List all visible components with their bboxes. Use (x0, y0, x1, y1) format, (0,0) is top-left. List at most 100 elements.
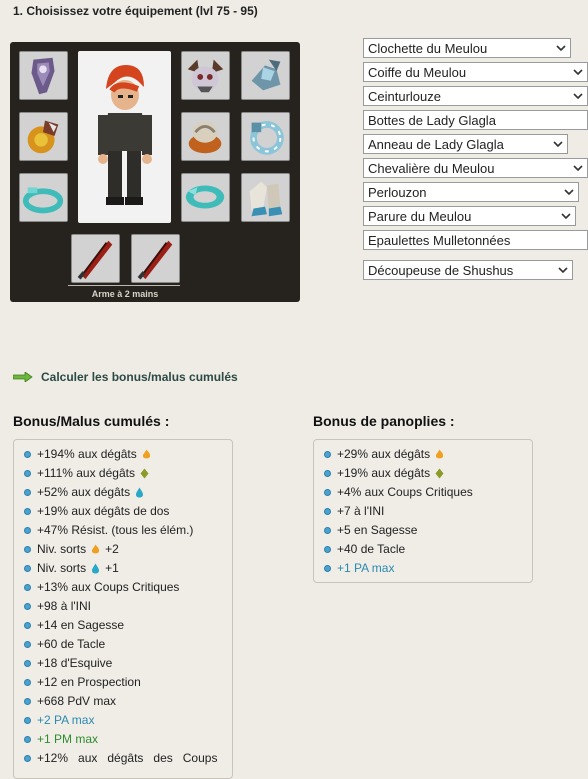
equipment-panel: Arme à 2 mains (10, 42, 300, 302)
bonus-cumules-box: +194% aux dégâts +111% aux dégâts +52% aux… (13, 439, 233, 779)
ring-slot-left[interactable] (19, 112, 68, 161)
belt-slot[interactable] (19, 173, 68, 222)
bonus-cumules-list: +194% aux dégâts +111% aux dégâts +52% aux… (14, 440, 232, 768)
cape-slot[interactable] (181, 112, 230, 161)
bonus-item: +111% aux dégâts (24, 464, 232, 483)
bonus-item: +98 à l'INI (24, 597, 232, 616)
fire-icon (142, 449, 150, 459)
select-value: Bottes de Lady Glagla (368, 113, 496, 128)
select-hat[interactable]: Coiffe du Meulou (363, 62, 588, 82)
select-amulet[interactable]: Clochette du Meulou (363, 38, 571, 58)
bonus-item: +29% aux dégâts (324, 445, 532, 464)
bullet-icon (324, 470, 331, 477)
boots-slot-bottom[interactable] (241, 173, 290, 222)
arrow-right-icon (13, 372, 33, 382)
bonus-suffix: +1 (105, 561, 119, 575)
chevron-down-icon (556, 45, 566, 52)
select-value: Parure du Meulou (368, 209, 472, 224)
select-value: Epaulettes Mulletonnées (368, 233, 511, 248)
bonus-item: +60 de Tacle (24, 635, 232, 654)
bullet-icon (324, 527, 331, 534)
bonus-text: +29% aux dégâts (337, 447, 431, 461)
chevron-down-icon (553, 141, 563, 148)
select-shield[interactable]: Perlouzon (363, 182, 579, 202)
select-boots[interactable]: Bottes de Lady Glagla (363, 110, 588, 130)
bonus-panoplies-list: +29% aux dégâts +19% aux dégâts +4% aux Co… (314, 440, 532, 578)
bullet-icon (24, 736, 31, 743)
select-weapon[interactable]: Découpeuse de Shushus (363, 260, 573, 280)
earth-icon (140, 468, 149, 479)
boots-slot-top[interactable] (241, 51, 290, 100)
bullet-icon (324, 489, 331, 496)
bullet-icon (324, 451, 331, 458)
bonus-item: +4% aux Coups Critiques (324, 483, 532, 502)
bonus-text: +60 de Tacle (37, 637, 106, 651)
bonus-item: +5 en Sagesse (324, 521, 532, 540)
bonus-item: +7 à l'INI (324, 502, 532, 521)
calculate-link[interactable]: Calculer les bonus/malus cumulés (13, 370, 238, 384)
bonus-text: +1 PA max (337, 561, 395, 575)
bonus-text: +13% aux Coups Critiques (37, 580, 180, 594)
select-value: Coiffe du Meulou (368, 65, 467, 80)
bullet-icon (24, 508, 31, 515)
select-value: Ceinturlouze (368, 89, 441, 104)
weapon-label: Arme à 2 mains (91, 289, 159, 299)
weapon-divider (68, 285, 180, 286)
select-ring-1[interactable]: Anneau de Lady Glagla (363, 134, 568, 154)
bonus-item: +14 en Sagesse (24, 616, 232, 635)
bonus-item: +12 en Prospection (24, 673, 232, 692)
bonus-text: +4% aux Coups Critiques (337, 485, 473, 499)
bonus-text: Niv. sorts (37, 542, 87, 556)
bonus-text: +1 PM max (37, 732, 99, 746)
bullet-icon (24, 755, 31, 762)
bullet-icon (24, 451, 31, 458)
bonus-text: +14 en Sagesse (37, 618, 125, 632)
bullet-icon (24, 527, 31, 534)
select-cape[interactable]: Parure du Meulou (363, 206, 576, 226)
chevron-down-icon (564, 189, 574, 196)
select-shoulders[interactable]: Epaulettes Mulletonnées (363, 230, 588, 250)
bonus-item: +2 PA max (24, 711, 232, 730)
ring-slot-right[interactable] (241, 112, 290, 161)
shield-slot[interactable] (181, 173, 230, 222)
bonus-text: +7 à l'INI (337, 504, 385, 518)
fire-icon (92, 544, 100, 554)
bonus-text: +19% aux dégâts (337, 466, 431, 480)
bonus-item: +13% aux Coups Critiques (24, 578, 232, 597)
bonus-text: +5 en Sagesse (337, 523, 418, 537)
weapon-slot-left[interactable] (71, 234, 120, 283)
bonus-text: +40 de Tacle (337, 542, 406, 556)
bonus-item: +52% aux dégâts (24, 483, 232, 502)
hat-slot[interactable] (181, 51, 230, 100)
bonus-text: Niv. sorts (37, 561, 87, 575)
bonus-item: +19% aux dégâts (324, 464, 532, 483)
select-value: Anneau de Lady Glagla (368, 137, 504, 152)
bonus-item: Niv. sorts +2 (24, 540, 232, 559)
bullet-icon (324, 546, 331, 553)
amulet-slot[interactable] (19, 51, 68, 100)
weapon-slot-right[interactable] (131, 234, 180, 283)
bullet-icon (24, 565, 31, 572)
water-icon (136, 487, 144, 498)
fire-icon (436, 449, 444, 459)
bullet-icon (324, 508, 331, 515)
bonus-panoplies-box: +29% aux dégâts +19% aux dégâts +4% aux Co… (313, 439, 533, 583)
bonus-text: +19% aux dégâts de dos (37, 504, 170, 518)
bonus-item: +19% aux dégâts de dos (24, 502, 232, 521)
select-belt[interactable]: Ceinturlouze (363, 86, 588, 106)
bonus-text: +12% aux dégâts des Coups (37, 751, 218, 765)
bonus-item: +12% aux dégâts des Coups (24, 749, 232, 768)
select-ring-2[interactable]: Chevalière du Meulou (363, 158, 588, 178)
bonus-item: +1 PM max (24, 730, 232, 749)
bonus-text: +47% Résist. (tous les élém.) (37, 523, 194, 537)
page-title: 1. Choisissez votre équipement (lvl 75 -… (13, 4, 258, 18)
bonus-item: +18 d'Esquive (24, 654, 232, 673)
bullet-icon (324, 565, 331, 572)
bonus-text: +12 en Prospection (37, 675, 141, 689)
chevron-down-icon (573, 69, 583, 76)
bonus-item: +40 de Tacle (324, 540, 532, 559)
bonus-text: +52% aux dégâts (37, 485, 131, 499)
bonus-text: +668 PdV max (37, 694, 117, 708)
select-value: Perlouzon (368, 185, 427, 200)
bullet-icon (24, 546, 31, 553)
